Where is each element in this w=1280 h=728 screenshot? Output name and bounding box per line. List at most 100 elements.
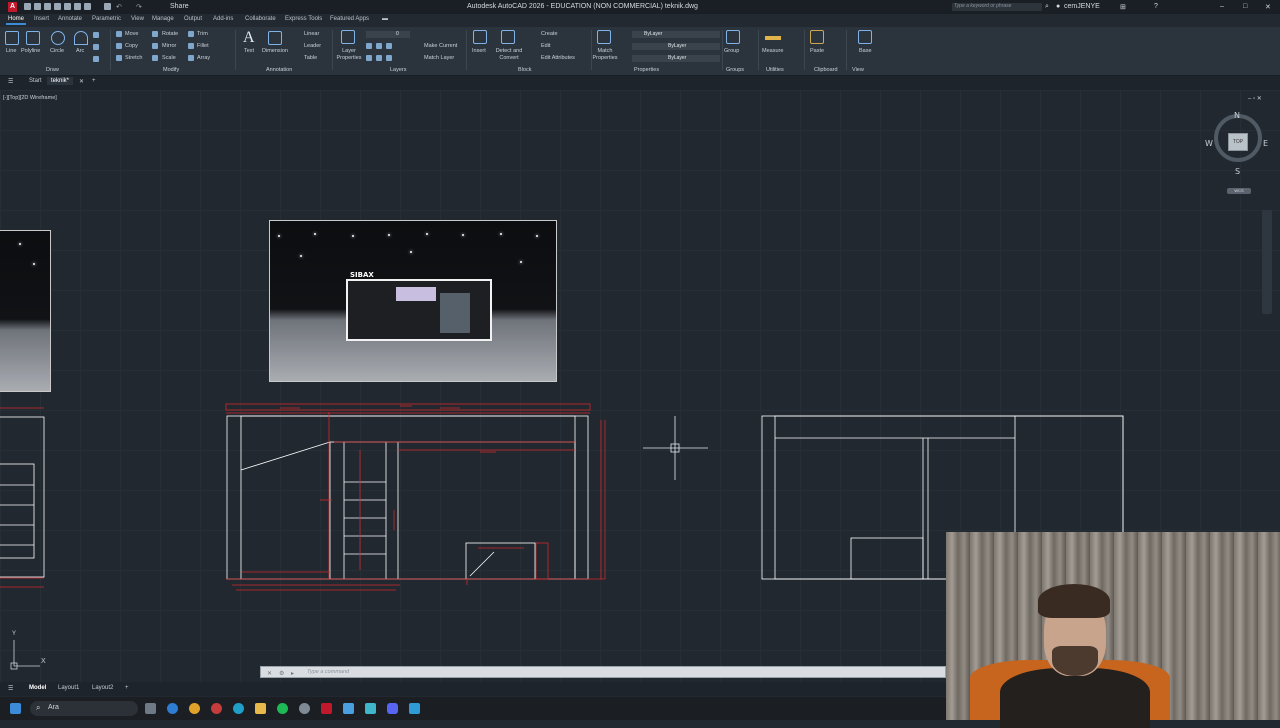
task-view-icon[interactable] <box>145 703 156 714</box>
tab-express-tools[interactable]: Express Tools <box>285 16 322 22</box>
make-current-button[interactable]: Make Current <box>424 43 457 49</box>
share-drawing-icon[interactable] <box>74 3 81 10</box>
new-tab-icon[interactable]: + <box>92 78 96 84</box>
detect-convert-button[interactable]: Detect and Convert <box>493 48 525 62</box>
undo-icon[interactable]: ↶ <box>116 3 122 11</box>
close-icon[interactable]: ✕ <box>1265 3 1271 11</box>
tab-model[interactable]: Model <box>29 685 46 691</box>
close-tab-icon[interactable]: ✕ <box>79 78 84 85</box>
print-icon[interactable] <box>104 3 111 10</box>
leader-button[interactable]: Leader <box>304 43 321 49</box>
tab-view[interactable]: View <box>131 16 144 22</box>
line-icon[interactable] <box>5 31 19 45</box>
lineweight-dropdown[interactable]: ByLayer <box>632 55 720 62</box>
layer-tool-icon[interactable] <box>376 43 382 49</box>
file-explorer-icon[interactable] <box>255 703 266 714</box>
chrome-icon[interactable] <box>189 703 200 714</box>
tab-collaborate[interactable]: Collaborate <box>245 16 276 22</box>
tab-output[interactable]: Output <box>184 16 202 22</box>
help-icon[interactable]: ? <box>1154 3 1158 10</box>
hatch-icon[interactable] <box>93 44 99 50</box>
plot-icon[interactable] <box>84 3 91 10</box>
draw-group-label[interactable]: Draw <box>46 67 59 73</box>
line-button[interactable]: Line <box>6 48 16 54</box>
group-button[interactable]: Group <box>724 48 739 54</box>
measure-button[interactable]: Measure <box>762 48 783 54</box>
layers-group-label[interactable]: Layers <box>390 67 407 73</box>
tab-parametric[interactable]: Parametric <box>92 16 121 22</box>
share-button[interactable]: Share <box>170 3 189 10</box>
stretch-icon[interactable] <box>116 55 122 61</box>
linetype-dropdown[interactable]: ByLayer <box>632 43 720 50</box>
utilities-group-label[interactable]: Utilities <box>766 67 784 73</box>
polyline-button[interactable]: Polyline <box>21 48 40 54</box>
edge-icon[interactable] <box>167 703 178 714</box>
color-dropdown[interactable]: ByLayer <box>632 31 720 38</box>
tab-insert[interactable]: Insert <box>34 16 49 22</box>
tab-add-ins[interactable]: Add-ins <box>213 16 233 22</box>
mirror-icon[interactable] <box>152 43 158 49</box>
fillet-button[interactable]: Fillet <box>197 43 209 49</box>
mirror-button[interactable]: Mirror <box>162 43 176 49</box>
match-layer-button[interactable]: Match Layer <box>424 55 454 61</box>
block-group-label[interactable]: Block <box>518 67 531 73</box>
discord-icon[interactable] <box>387 703 398 714</box>
layer-tool-icon[interactable] <box>386 55 392 61</box>
view-group-label[interactable]: View <box>852 67 864 73</box>
match-properties-button[interactable]: Match Properties <box>592 48 618 62</box>
save-as-icon[interactable] <box>54 3 61 10</box>
polyline-icon[interactable] <box>26 31 40 45</box>
annotation-group-label[interactable]: Annotation <box>266 67 292 73</box>
groups-group-label[interactable]: Groups <box>726 67 744 73</box>
tab-annotate[interactable]: Annotate <box>58 16 82 22</box>
app-icon[interactable] <box>409 703 420 714</box>
layout-menu-icon[interactable]: ☰ <box>8 685 13 692</box>
user-name[interactable]: cemJENYE <box>1064 3 1100 10</box>
circle-icon[interactable] <box>51 31 65 45</box>
dimension-icon[interactable] <box>268 31 282 45</box>
layer-properties-icon[interactable] <box>341 30 355 44</box>
array-button[interactable]: Array <box>197 55 210 61</box>
windows-start-icon[interactable] <box>10 703 21 714</box>
table-button[interactable]: Table <box>304 55 317 61</box>
trim-button[interactable]: Trim <box>197 31 208 37</box>
detect-convert-icon[interactable] <box>501 30 515 44</box>
measure-icon[interactable] <box>765 36 781 40</box>
scale-icon[interactable] <box>152 55 158 61</box>
text-icon[interactable]: A <box>243 29 255 47</box>
autocad-icon[interactable] <box>321 703 332 714</box>
layer-properties-button[interactable]: Layer Properties <box>334 48 364 62</box>
settings-icon[interactable] <box>299 703 310 714</box>
tab-home[interactable]: Home <box>5 16 27 25</box>
add-layout-icon[interactable]: + <box>125 685 129 691</box>
tab-layout2[interactable]: Layout2 <box>92 685 113 691</box>
browser-icon[interactable] <box>211 703 222 714</box>
copy-button[interactable]: Copy <box>125 43 138 49</box>
command-input[interactable]: Type a command <box>307 669 349 675</box>
maximize-icon[interactable]: □ <box>1243 3 1247 10</box>
close-cmd-icon[interactable]: ✕ <box>267 670 272 677</box>
base-button[interactable]: Base <box>859 48 872 54</box>
tab-manage[interactable]: Manage <box>152 16 174 22</box>
copy-icon[interactable] <box>116 43 122 49</box>
group-icon[interactable] <box>726 30 740 44</box>
tab-options-icon[interactable]: ▬ <box>382 16 388 22</box>
fillet-icon[interactable] <box>188 43 194 49</box>
layer-tool-icon[interactable] <box>366 55 372 61</box>
taskbar-search[interactable]: ⌕ Ara <box>30 701 138 716</box>
cart-icon[interactable]: ⊞ <box>1120 3 1126 11</box>
recent-commands-icon[interactable]: ▸ <box>291 670 294 677</box>
stretch-button[interactable]: Stretch <box>125 55 142 61</box>
layer-tool-icon[interactable] <box>376 55 382 61</box>
app-icon[interactable] <box>365 703 376 714</box>
spotify-icon[interactable] <box>277 703 288 714</box>
insert-icon[interactable] <box>473 30 487 44</box>
ellipse-icon[interactable] <box>93 56 99 62</box>
tab-layout1[interactable]: Layout1 <box>58 685 79 691</box>
modify-group-label[interactable]: Modify <box>163 67 179 73</box>
dimension-button[interactable]: Dimension <box>262 48 288 54</box>
array-icon[interactable] <box>188 55 194 61</box>
layer-tool-icon[interactable] <box>366 43 372 49</box>
tab-featured-apps[interactable]: Featured Apps <box>330 16 369 22</box>
save-icon[interactable] <box>44 3 51 10</box>
